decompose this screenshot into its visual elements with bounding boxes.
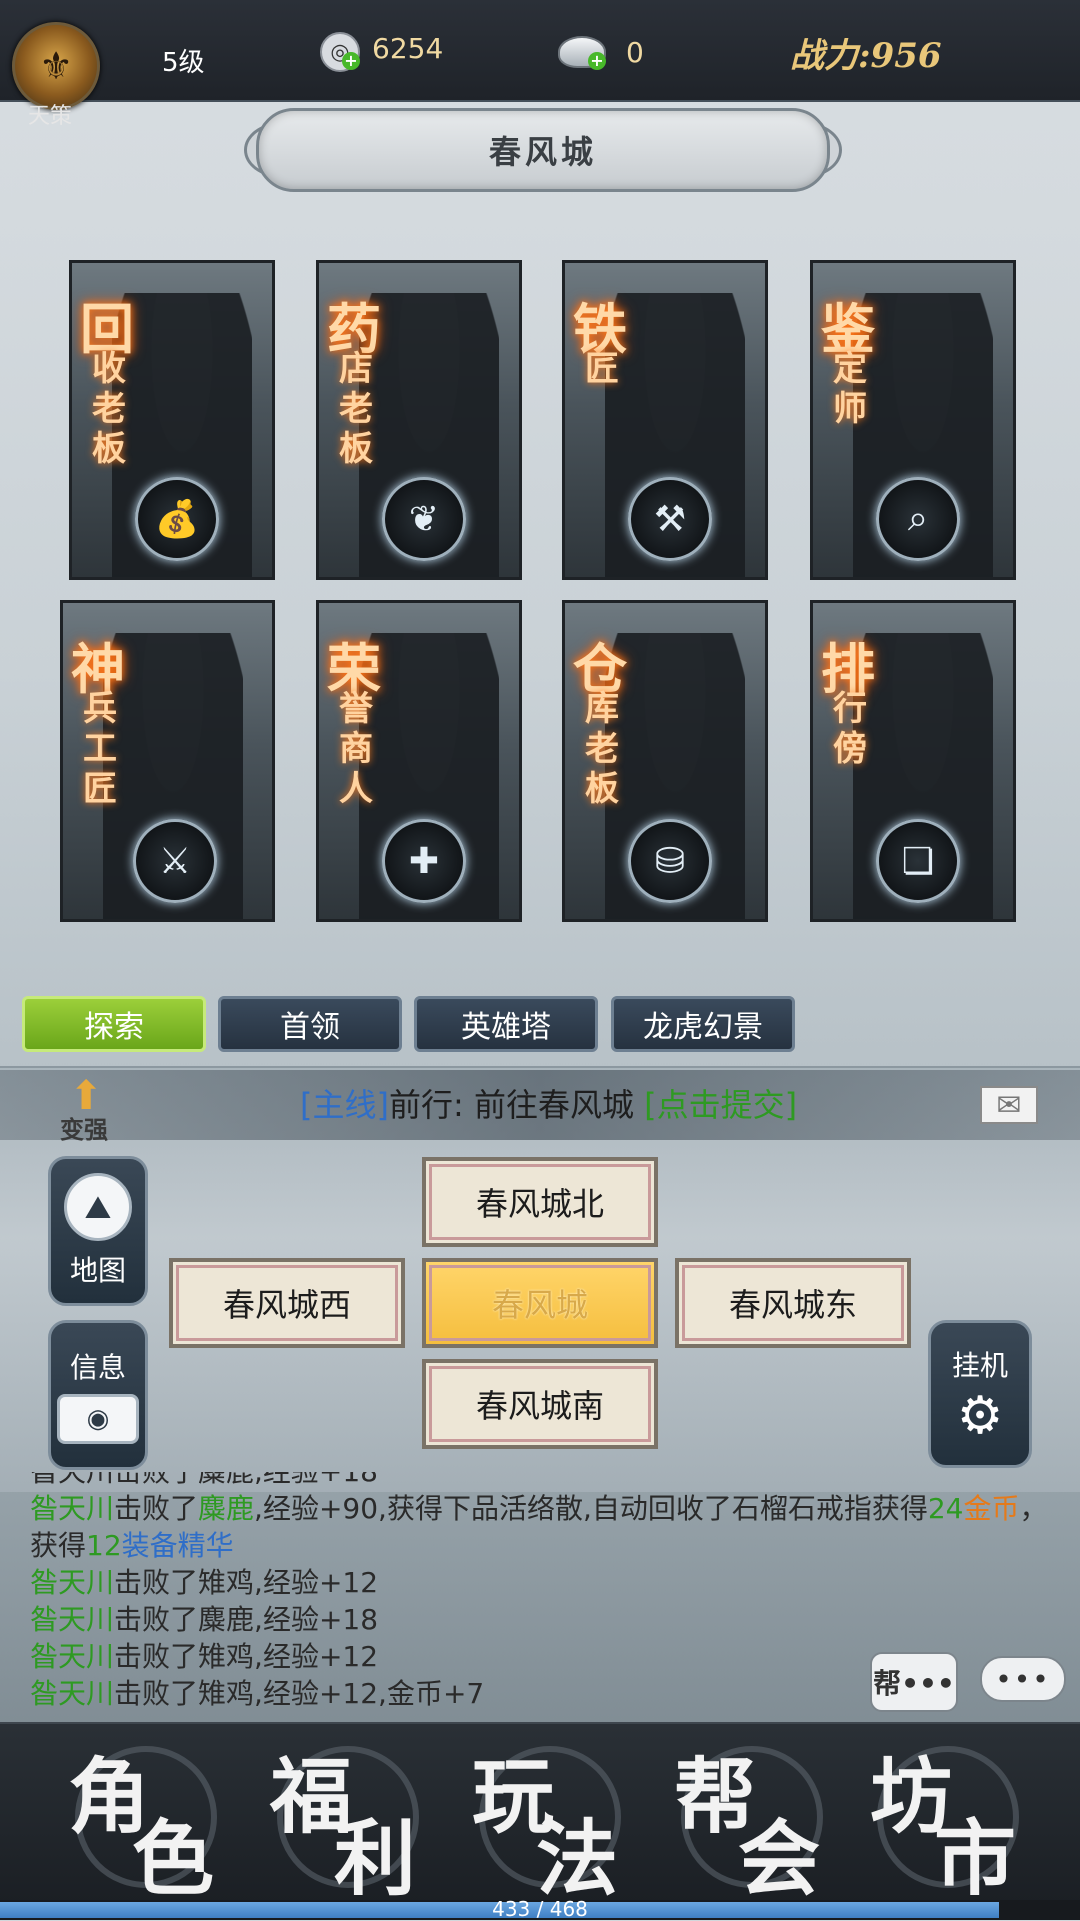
log-unit: 金币 [963, 1492, 1020, 1525]
npc-card-recycle[interactable]: 回 收老板 💰 [69, 260, 275, 580]
log-player: 昝天川 [30, 1640, 115, 1673]
log-verb: 击败了 [114, 1492, 199, 1525]
tab-illusion[interactable]: 龙虎幻景 [611, 996, 795, 1052]
log-target: 麋鹿 [198, 1492, 255, 1525]
quest-text[interactable]: [主线]前行: 前往春风城 [点击提交] [300, 1080, 797, 1126]
add-coin-icon[interactable]: + [342, 52, 360, 70]
anvil-icon: ⚒ [628, 477, 712, 561]
log-num: 24 [927, 1492, 964, 1525]
log-rest: ,经验+12 [254, 1640, 379, 1673]
npc-title-rest: 行傍 [833, 689, 867, 769]
npc-title-rest: 收老板 [92, 349, 126, 469]
npc-card-weaponsmith[interactable]: 神 兵工匠 ⚔ [60, 600, 275, 922]
npc-title-rest: 店老板 [339, 349, 373, 469]
guild-emblem-icon[interactable]: ⚜ [12, 22, 100, 110]
info-button[interactable]: 信息 ◉ [48, 1320, 148, 1470]
scroll-info-icon: ◉ [57, 1394, 139, 1444]
city-title: 春风城 [488, 133, 597, 171]
npc-title-rest: 库老板 [585, 689, 619, 809]
log-verb: 击败了 [114, 1566, 199, 1599]
emblem-label: 天策 [28, 104, 73, 129]
log-item: 装备精华 [121, 1529, 234, 1562]
log-line: 昝天川击败了雉鸡,经验+12 [30, 1564, 1050, 1601]
log-line: 昝天川击败了麋鹿,经验+90,获得下品活络散,自动回收了石榴石戒指获得24金币，… [30, 1490, 1050, 1564]
log-target: 雉鸡 [198, 1566, 255, 1599]
ranking-scroll-icon: ❏ [876, 819, 960, 903]
loc-west-button[interactable]: 春风城西 [169, 1258, 405, 1348]
tab-hero-tower[interactable]: 英雄塔 [414, 996, 598, 1052]
log-rest: ,经验+12 [254, 1566, 379, 1599]
log-target: 麋鹿 [198, 1603, 255, 1636]
ingot-value: 0 [626, 36, 644, 69]
idle-label: 挂机 [951, 1349, 1008, 1382]
loc-south-button[interactable]: 春风城南 [422, 1359, 658, 1449]
log-num2: 12 [86, 1529, 122, 1562]
loc-current-button[interactable]: 春风城 [422, 1258, 658, 1348]
combat-power: 战力:956 [790, 36, 942, 76]
npc-card-honor-merchant[interactable]: 荣 誉商人 ✚ [316, 600, 522, 922]
log-player: 昝天川 [30, 1603, 115, 1636]
xp-text: 433 / 468 [492, 1897, 588, 1921]
tab-boss[interactable]: 首领 [218, 996, 402, 1052]
log-line: 昝天川击败了麋鹿,经验+18 [30, 1601, 1050, 1638]
tab-explore[interactable]: 探索 [22, 996, 206, 1052]
npc-card-appraiser[interactable]: 鉴 定师 ⌕ [810, 260, 1016, 580]
quest-desc: 前行: 前往春风城 [388, 1086, 634, 1124]
nav-guild[interactable]: 帮 会 [666, 1736, 836, 1907]
gear-icon: ⚙ [956, 1386, 1004, 1446]
log-player: 昝天川 [30, 1566, 115, 1599]
map-label: 地图 [69, 1254, 126, 1287]
money-bag-icon: 💰 [135, 477, 219, 561]
npc-title-rest: 定师 [833, 349, 867, 429]
more-button[interactable]: ••• [980, 1656, 1066, 1702]
log-line-partial: 昝天川击败了麋鹿,经验+18 [30, 1472, 1050, 1490]
nav-glyph: 利 [334, 1811, 417, 1907]
log-target: 雉鸡 [198, 1640, 255, 1673]
chest-plus-icon: ✚ [382, 819, 466, 903]
loc-north-button[interactable]: 春风城北 [422, 1157, 658, 1247]
player-level: 5级 [162, 48, 205, 78]
coin-value: 6254 [372, 32, 444, 65]
mail-icon[interactable]: ✉ [980, 1086, 1038, 1124]
herb-icon: ❦ [382, 477, 466, 561]
npc-title-rest: 誉商人 [339, 689, 373, 809]
nav-glyph: 市 [934, 1811, 1017, 1907]
add-ingot-icon[interactable]: + [588, 52, 606, 70]
npc-card-storage[interactable]: 仓 库老板 ⛁ [562, 600, 768, 922]
upgrade-label[interactable]: 变强 [60, 1110, 108, 1145]
map-icon: ⛰ [64, 1173, 132, 1241]
nav-welfare[interactable]: 福 利 [262, 1736, 432, 1907]
city-title-banner: 春风城 [256, 108, 830, 192]
info-label: 信息 [69, 1351, 126, 1384]
quest-tag: [主线] [300, 1086, 389, 1124]
log-verb: 击败了 [114, 1677, 199, 1710]
nav-glyph: 会 [738, 1811, 821, 1907]
nav-market[interactable]: 坊 市 [862, 1736, 1032, 1907]
log-player: 昝天川 [30, 1677, 115, 1710]
storage-chest-icon: ⛁ [628, 819, 712, 903]
log-verb: 击败了 [114, 1603, 199, 1636]
nav-glyph: 色 [132, 1811, 215, 1907]
nav-character[interactable]: 角 色 [60, 1736, 230, 1907]
npc-card-ranking[interactable]: 排 行傍 ❏ [810, 600, 1016, 922]
npc-card-pharmacy[interactable]: 药 店老板 ❦ [316, 260, 522, 580]
idle-button[interactable]: 挂机 ⚙ [928, 1320, 1032, 1468]
npc-title-rest: 兵工匠 [83, 689, 117, 809]
nav-glyph: 法 [536, 1811, 619, 1907]
npc-card-blacksmith[interactable]: 铁 匠 ⚒ [562, 260, 768, 580]
guild-chat-button[interactable]: 帮••• [870, 1652, 958, 1712]
map-button[interactable]: ⛰ 地图 [48, 1156, 148, 1306]
log-rest: ,经验+18 [254, 1603, 379, 1636]
nav-gameplay[interactable]: 玩 法 [464, 1736, 634, 1907]
log-player: 昝天川 [30, 1492, 115, 1525]
loc-east-button[interactable]: 春风城东 [675, 1258, 911, 1348]
log-verb: 击败了 [114, 1640, 199, 1673]
magnifier-scroll-icon: ⌕ [876, 477, 960, 561]
sword-icon: ⚔ [133, 819, 217, 903]
npc-title-rest: 匠 [585, 349, 619, 389]
quest-submit-link[interactable]: [点击提交] [644, 1086, 797, 1124]
log-target: 雉鸡 [198, 1677, 255, 1710]
log-rest: ,经验+90,获得下品活络散,自动回收了石榴石戒指获得 [254, 1492, 928, 1525]
log-rest: ,经验+12,金币+7 [254, 1677, 485, 1710]
